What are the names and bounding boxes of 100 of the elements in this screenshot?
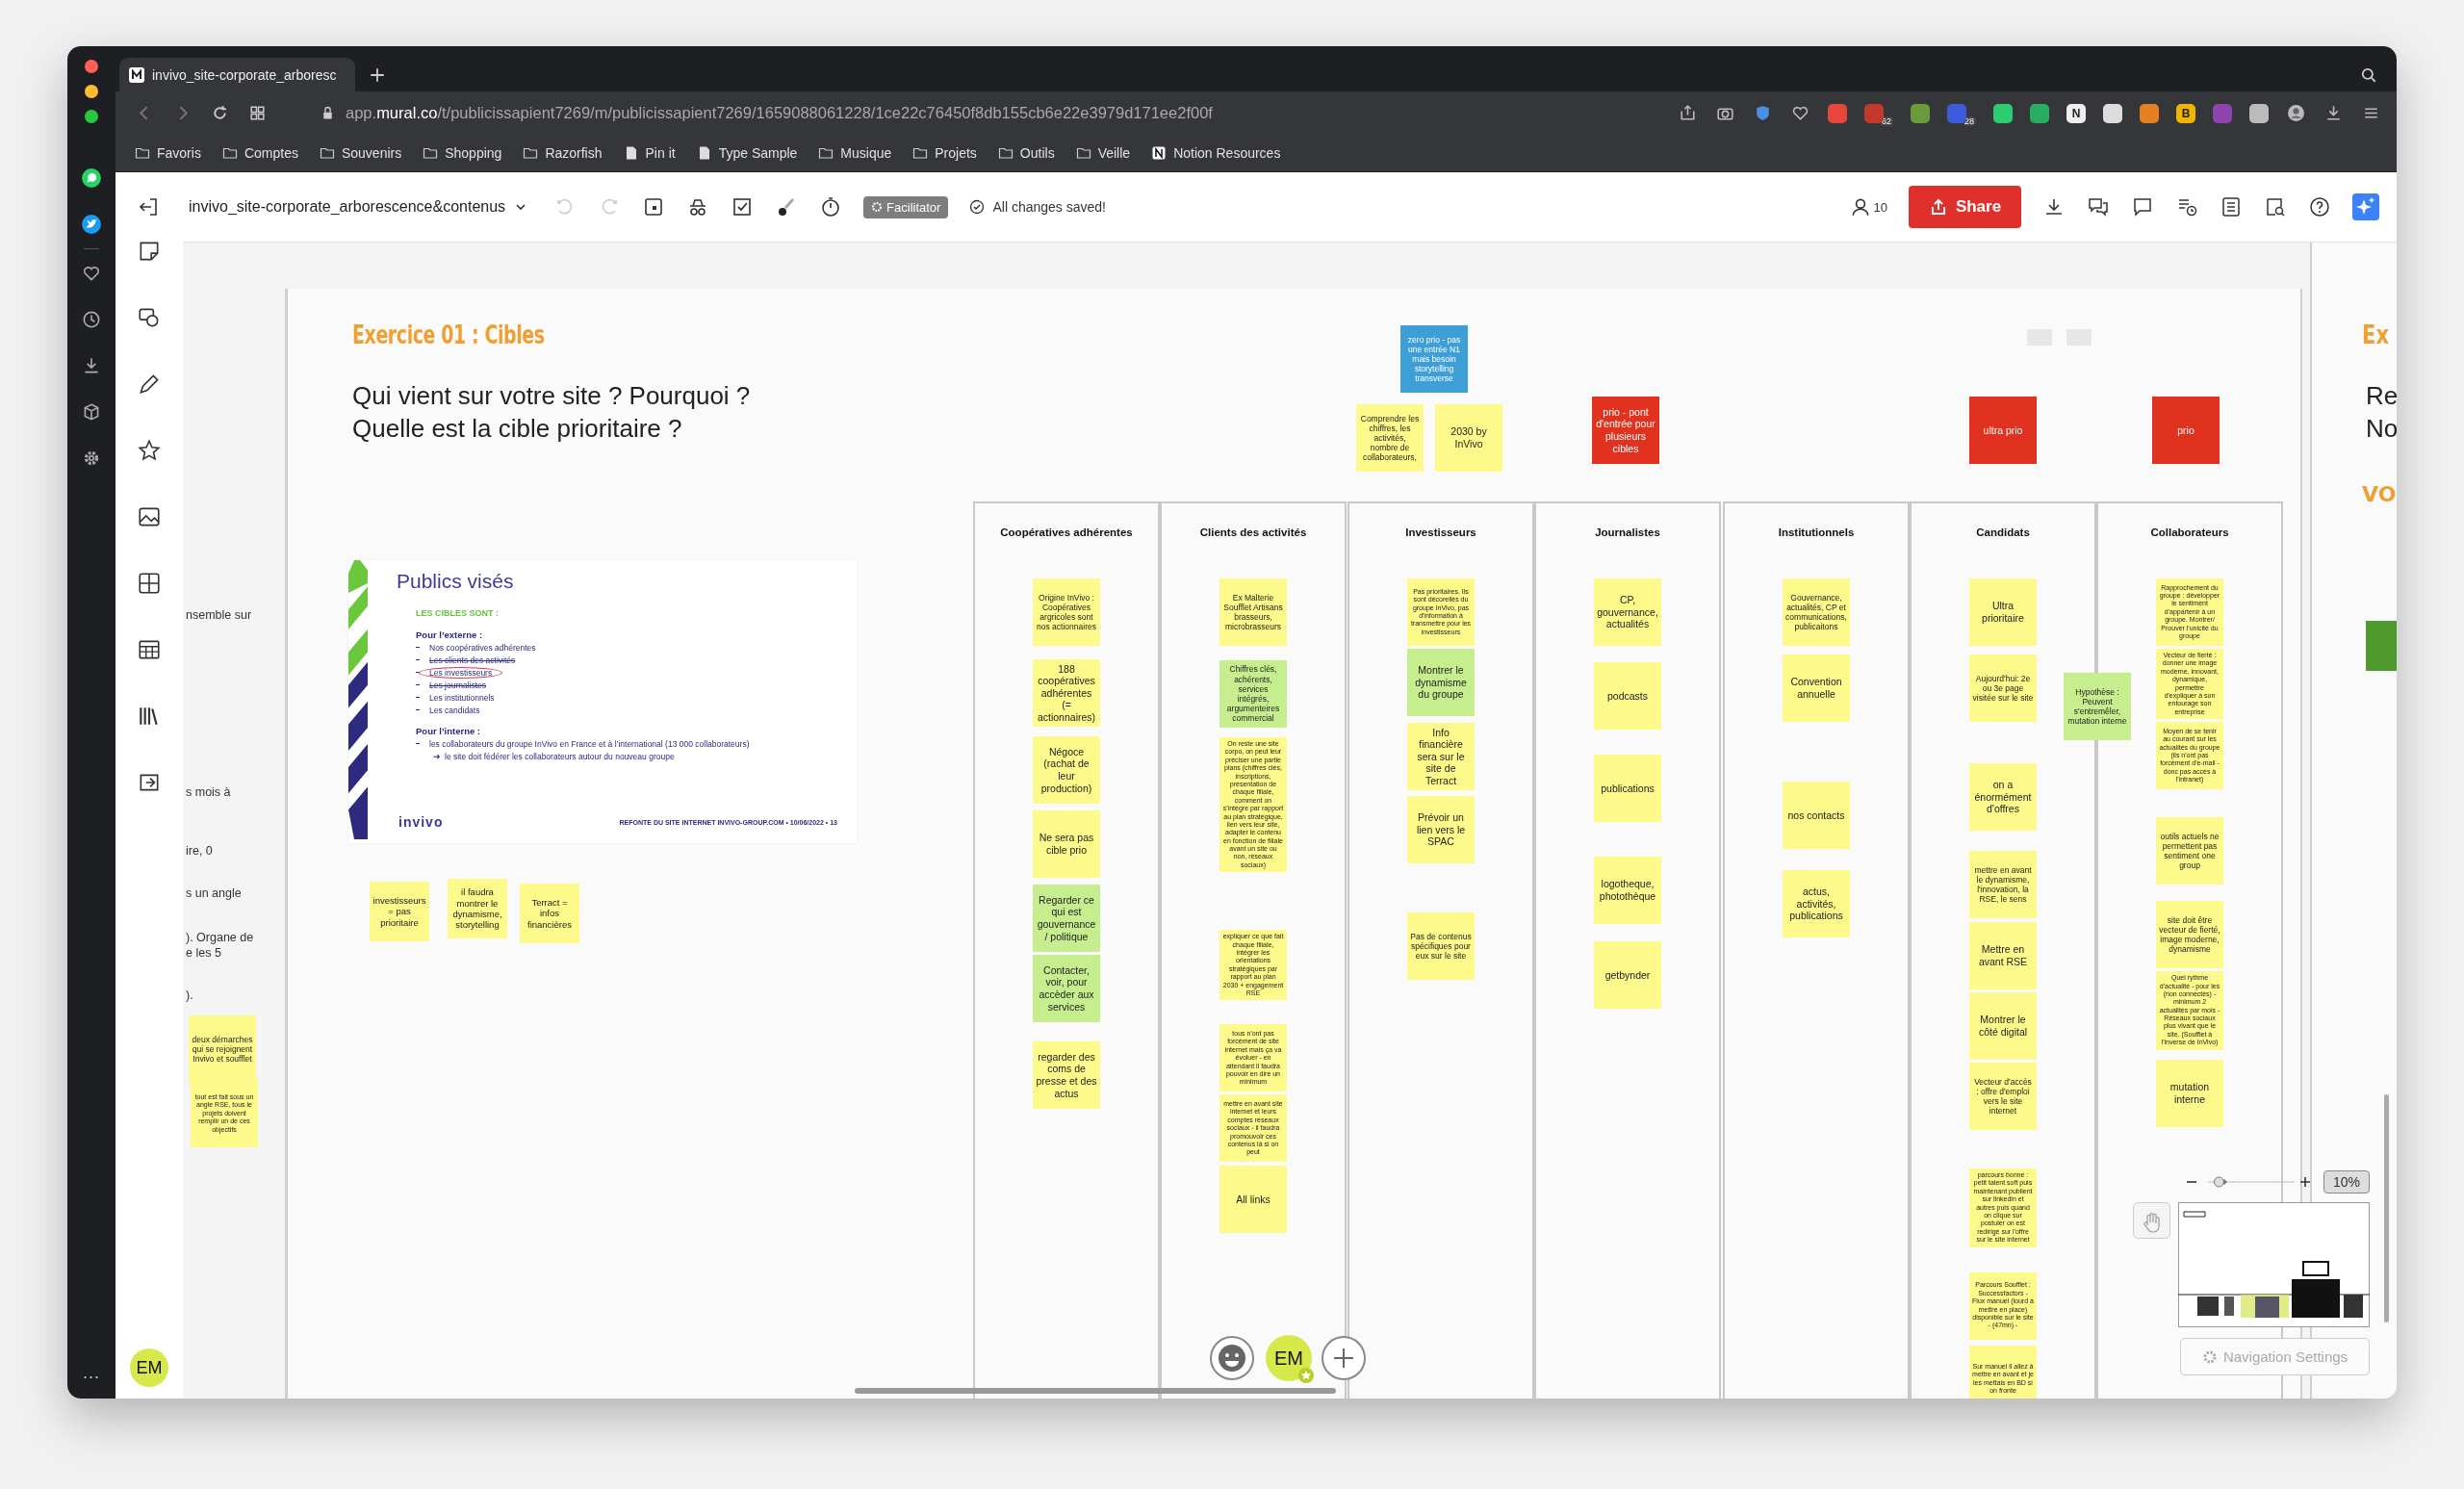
- sticky-note[interactable]: 188 coopératives adhérentes (= actionnaires): [1033, 659, 1100, 727]
- sticky-note[interactable]: investisseurs = pas prioritaire: [370, 882, 429, 941]
- board-text: nsemble sur: [186, 608, 252, 622]
- board-text: ).: [186, 988, 193, 1002]
- sticky-note[interactable]: Aujourd'hui: 2e ou 3e page visitée sur le site: [1969, 655, 2037, 722]
- column-title: Institutionnels: [1777, 526, 1856, 538]
- extension-icon[interactable]: N: [2066, 103, 2086, 123]
- bookmark[interactable]: Musique: [818, 145, 892, 161]
- bookmark[interactable]: Pin it: [623, 145, 676, 161]
- facilitator-badge[interactable]: Facilitator: [863, 195, 949, 218]
- column-title: Investisseurs: [1404, 526, 1477, 538]
- board-text: e les 5: [186, 946, 221, 960]
- column-title: Candidats: [1975, 526, 2031, 538]
- slide-arrow: ➔: [433, 751, 441, 761]
- column-title: Collaborateurs: [2149, 526, 2230, 538]
- sticky-note[interactable]: podcasts: [1594, 662, 1661, 730]
- sticky-note[interactable]: Prévoir un lien vers le SPAC: [1407, 796, 1475, 863]
- mural-title-dropdown[interactable]: invivo_site-corporate_arborescence&contenus: [189, 198, 527, 216]
- sticky-note[interactable]: il faudra montrer le dynamisme, storytelling: [448, 879, 507, 938]
- board-text: s mois à: [186, 785, 231, 799]
- sticky-note[interactable]: outils actuels ne permettent pas sentiment one group: [2156, 817, 2223, 886]
- sticky-note[interactable]: Montrer le dynamisme du groupe: [1407, 649, 1475, 716]
- bookmark[interactable]: Favoris: [135, 145, 201, 161]
- sticky-note[interactable]: Montrer le côté digital: [1969, 992, 2037, 1060]
- slide-list-item: Nos coopératives adhérentes: [429, 642, 536, 653]
- bookmark[interactable]: Souvenirs: [319, 145, 402, 161]
- slide-subtitle: LES CIBLES SONT :: [416, 608, 500, 618]
- board-text: ). Organe de: [186, 931, 254, 944]
- bookmark[interactable]: Type Sample: [696, 145, 798, 161]
- sticky-note[interactable]: Contacter, voir, pour accèder aux services: [1033, 955, 1100, 1022]
- sticky-note[interactable]: Gouvernance, actualités, CP et communications, publicaitons: [1783, 578, 1850, 646]
- sticky-note[interactable]: regarder des coms de presse et des actus: [1033, 1041, 1100, 1109]
- sticky-note[interactable]: Comprendre les chiffres, les activités, nombre de collaborateurs,: [1356, 404, 1424, 472]
- slide-text: le site doit fédérer les collaborateurs autour du nouveau groupe: [445, 751, 675, 761]
- question-text: Re: [2366, 380, 2397, 412]
- address-field[interactable]: app.mural.co/t/publicissapient7269/m/publicissapient7269/1659088061228/1ce22c76450f8db155cb6e22e3979d171ee2f00f: [346, 104, 1213, 122]
- sticky-note[interactable]: Terract = infos financières: [520, 884, 579, 943]
- sticky-note[interactable]: Ultra prioritaire: [1969, 578, 2037, 646]
- slide-logo: invivo: [398, 814, 444, 830]
- bookmark[interactable]: Veille: [1075, 145, 1131, 161]
- column-title: Coopératives adhérentes: [999, 526, 1134, 538]
- sticky-note[interactable]: mettre en avant le dynamisme, l'innovation, la RSE, le sens: [1969, 851, 2037, 918]
- bookmark[interactable]: Razorfish: [523, 145, 603, 161]
- column-title: Journalistes: [1594, 526, 1661, 538]
- question-text: Quelle est la cible prioritaire ?: [352, 413, 683, 445]
- bookmark[interactable]: Comptes: [221, 145, 298, 161]
- sticky-note[interactable]: Négoce (rachat de leur production): [1033, 736, 1100, 804]
- bookmark[interactable]: Notion Resources: [1151, 145, 1281, 161]
- column-title: Clients des activités: [1198, 526, 1308, 538]
- sticky-note[interactable]: Pas de contenus spécifiques pour eux sur le site: [1407, 912, 1475, 980]
- sticky-note[interactable]: 2030 by InVivo: [1435, 404, 1502, 472]
- slide-list-item: Les clients des activités: [429, 655, 516, 665]
- sticky-note[interactable]: Info financière sera sur le site de Terract: [1407, 723, 1475, 790]
- sticky-note[interactable]: Mettre en avant RSE: [1969, 922, 2037, 989]
- sticky-note[interactable]: actus, activités, publications: [1783, 870, 1850, 937]
- share-button[interactable]: Share: [1909, 186, 2021, 228]
- sticky-note[interactable]: on a énormément d'offres: [1969, 763, 2037, 831]
- sticky-note[interactable]: Ex Malterie Soufflet Artisans brasseurs, microbrasseurs: [1219, 578, 1287, 646]
- zoom-level[interactable]: 10%: [2323, 1170, 2370, 1194]
- sticky-note[interactable]: mutation interne: [2156, 1059, 2223, 1127]
- slide-list-item: Les investisseurs: [420, 667, 502, 678]
- board-text: VO: [2362, 482, 2397, 506]
- user-avatar[interactable]: EM: [130, 1348, 168, 1387]
- sticky-note[interactable]: nos contacts: [1783, 782, 1850, 849]
- board-text: s un angle: [186, 886, 242, 900]
- sticky-note[interactable]: Convention annuelle: [1783, 655, 1850, 722]
- bookmark[interactable]: Projets: [912, 145, 977, 161]
- sticky-note[interactable]: logotheque, photothèque: [1594, 857, 1661, 924]
- more-menu[interactable]: ...: [83, 1363, 100, 1383]
- exercise-heading: Ex: [2362, 320, 2389, 349]
- slide-list-item: Les institutionnels: [429, 692, 495, 703]
- sticky-note[interactable]: site doit être vecteur de fierté, image moderne, dynamisme: [2156, 901, 2223, 969]
- sticky-note[interactable]: Vecteur d'accès : offre d'emploi vers le site internet: [1969, 1063, 2037, 1130]
- sticky-note[interactable]: Chiffres clés, achérents, services intégrés, argumenteires commercial: [1219, 660, 1287, 728]
- slide-label: Pour l’externe :: [416, 629, 484, 640]
- slide-list-item: Les candidats: [429, 705, 480, 715]
- sticky-note[interactable]: Hypothèse : Peuvent s'entremêler, mutation interne: [2064, 673, 2131, 740]
- sticky-note[interactable]: publications: [1594, 755, 1661, 822]
- sticky-note[interactable]: getbynder: [1594, 941, 1661, 1009]
- sticky-note[interactable]: ultra prio: [1969, 397, 2037, 464]
- slide-list-item: les collaborateurs du groupe InVivo en France et à l’international (13 000 collaborateurs): [429, 738, 750, 749]
- browser-tab[interactable]: invivo_site-corporate_arboresc: [119, 58, 355, 91]
- slide-label: Pour l’interne :: [416, 726, 482, 736]
- sticky-note[interactable]: deux démarches qui se rejoignent Invivo et soufflet: [189, 1015, 256, 1083]
- sticky-note[interactable]: Ne sera pas cible prio: [1033, 810, 1100, 878]
- extension-badge: 62: [1879, 116, 1893, 126]
- slide-title: Publics visés: [397, 570, 515, 593]
- sticky-note[interactable]: All links: [1219, 1166, 1287, 1234]
- question-text: Qui vient sur votre site ? Pourquoi ?: [352, 380, 751, 412]
- board-text: ire, 0: [186, 844, 213, 858]
- sticky-note[interactable]: Regarder ce qui est gouvernance / politique: [1033, 885, 1100, 952]
- members-count[interactable]: 10: [1849, 196, 1887, 218]
- sticky-note[interactable]: Origine InVivo : Coopératives argricoles sont nos actionnaires: [1033, 578, 1100, 646]
- bookmark[interactable]: Shopping: [423, 145, 502, 161]
- sticky-note[interactable]: prio: [2152, 397, 2220, 464]
- bookmark[interactable]: Outils: [997, 145, 1055, 161]
- sticky-note[interactable]: prio - pont d'entrée pour plusieurs cibles: [1592, 397, 1659, 464]
- extension-icon[interactable]: B: [2176, 103, 2195, 123]
- sticky-note[interactable]: CP, gouvernance, actualités: [1594, 578, 1661, 646]
- exercise-heading: Exercice 01 : Cibles: [352, 320, 545, 349]
